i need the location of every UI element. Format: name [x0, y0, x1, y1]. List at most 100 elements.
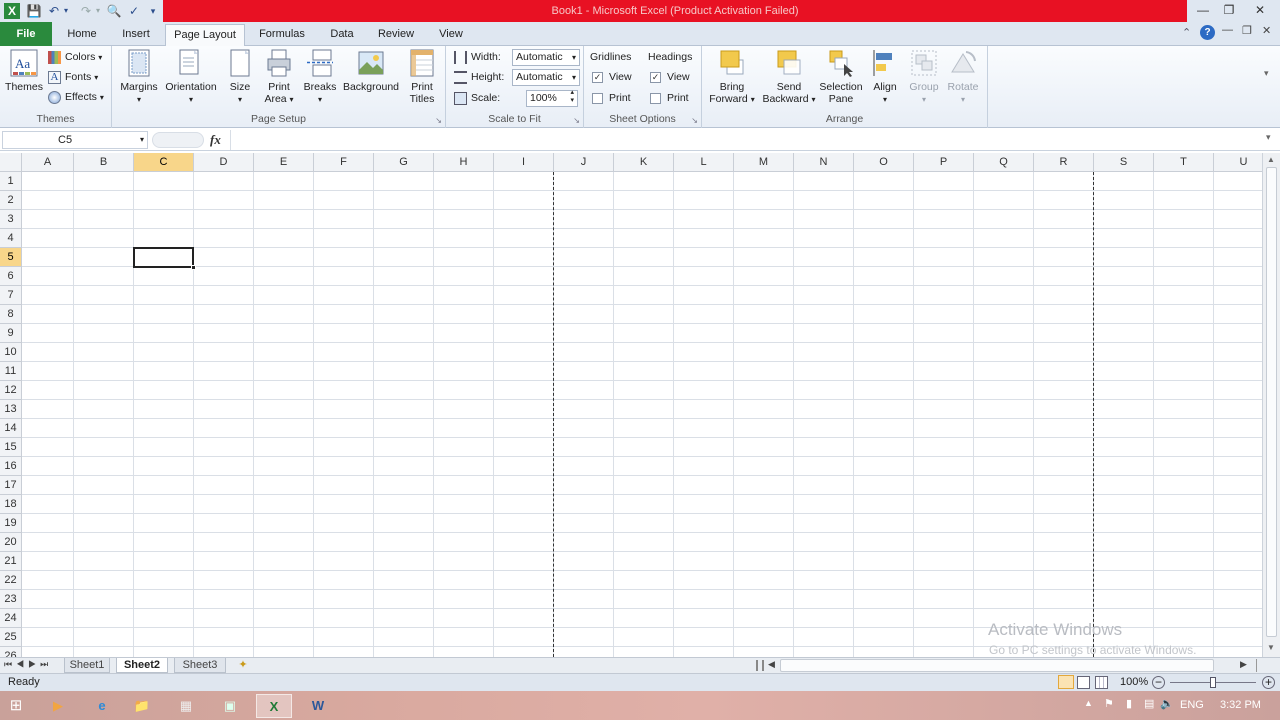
- file-explorer-icon[interactable]: 📁: [124, 694, 160, 718]
- margins-button[interactable]: Margins ▾: [118, 48, 160, 106]
- excel-taskbar-icon[interactable]: X: [256, 694, 292, 718]
- background-button[interactable]: Background: [340, 48, 402, 93]
- rotate-button[interactable]: Rotate ▾: [944, 48, 982, 106]
- zoom-out-icon[interactable]: −: [1152, 676, 1165, 689]
- redo-dropdown-icon[interactable]: ▾: [94, 3, 102, 19]
- row-header-7[interactable]: 7: [0, 286, 22, 305]
- column-header-A[interactable]: A: [22, 153, 74, 172]
- row-header-4[interactable]: 4: [0, 229, 22, 248]
- row-header-8[interactable]: 8: [0, 305, 22, 324]
- row-header-17[interactable]: 17: [0, 476, 22, 495]
- redo-icon[interactable]: ↷: [78, 3, 94, 19]
- column-header-U[interactable]: U: [1214, 153, 1262, 172]
- breaks-button[interactable]: Breaks ▾: [300, 48, 340, 106]
- row-header-11[interactable]: 11: [0, 362, 22, 381]
- close-icon[interactable]: ✕: [1242, 0, 1278, 20]
- network-icon[interactable]: ▤: [1144, 697, 1154, 710]
- print-titles-button[interactable]: Print Titles: [404, 48, 440, 105]
- column-header-C[interactable]: C: [134, 153, 194, 172]
- headings-view-checkbox[interactable]: ✓ View: [650, 68, 690, 86]
- vertical-scroll-thumb[interactable]: [1266, 167, 1277, 637]
- column-header-Q[interactable]: Q: [974, 153, 1034, 172]
- row-header-12[interactable]: 12: [0, 381, 22, 400]
- workbook-restore-icon[interactable]: ❐: [1242, 24, 1252, 37]
- zoom-in-icon[interactable]: +: [1262, 676, 1275, 689]
- column-header-I[interactable]: I: [494, 153, 554, 172]
- column-header-H[interactable]: H: [434, 153, 494, 172]
- gridlines-print-checkbox[interactable]: Print: [592, 89, 631, 107]
- insert-sheet-icon[interactable]: ✦: [232, 658, 254, 673]
- page-layout-view-icon[interactable]: [1077, 676, 1090, 689]
- scale-spin-icon[interactable]: ▴ ▾: [570, 89, 574, 105]
- save-icon[interactable]: 💾: [26, 3, 42, 19]
- insert-function-icon[interactable]: fx: [210, 132, 221, 148]
- internet-explorer-icon[interactable]: e: [84, 694, 120, 718]
- column-header-F[interactable]: F: [314, 153, 374, 172]
- size-button[interactable]: Size ▾: [224, 48, 256, 106]
- row-header-9[interactable]: 9: [0, 324, 22, 343]
- zoom-level[interactable]: 100%: [1120, 674, 1148, 691]
- scroll-down-icon[interactable]: ▼: [1267, 643, 1275, 652]
- scroll-up-icon[interactable]: ▲: [1267, 155, 1275, 164]
- vertical-split-handle[interactable]: [1256, 659, 1257, 672]
- orientation-button[interactable]: Orientation ▾: [162, 48, 220, 106]
- row-header-3[interactable]: 3: [0, 210, 22, 229]
- undo-dropdown-icon[interactable]: ▾: [62, 3, 70, 19]
- fonts-button[interactable]: A Fonts ▾: [48, 68, 98, 86]
- tab-file[interactable]: File: [0, 22, 52, 46]
- scroll-left-icon[interactable]: ◀: [768, 659, 775, 670]
- headings-print-checkbox[interactable]: Print: [650, 89, 689, 107]
- minimize-ribbon-icon[interactable]: ⌃: [1182, 26, 1191, 39]
- active-cell[interactable]: [133, 247, 196, 270]
- formula-input[interactable]: [230, 130, 1262, 150]
- column-header-R[interactable]: R: [1034, 153, 1094, 172]
- print-preview-icon[interactable]: 🔍: [106, 3, 122, 19]
- row-header-24[interactable]: 24: [0, 609, 22, 628]
- scale-to-fit-launcher-icon[interactable]: ↘: [573, 116, 580, 125]
- row-header-1[interactable]: 1: [0, 172, 22, 191]
- formula-bar-resize-handle[interactable]: [152, 132, 204, 148]
- select-all-corner[interactable]: [0, 153, 22, 172]
- worksheet-grid[interactable]: ABCDEFGHIJKLMNOPQRSTU 1 2 3 4 5 6 7 8 9 10 11 12 13 1…: [0, 153, 1262, 657]
- tab-insert[interactable]: Insert: [112, 24, 160, 46]
- sheet-tab-2[interactable]: Sheet2: [116, 658, 168, 673]
- excel-app-icon[interactable]: X: [4, 3, 20, 19]
- themes-button[interactable]: Aa Themes: [4, 48, 44, 93]
- tab-split-handle[interactable]: [756, 660, 764, 671]
- sheet-nav-arrows-icon[interactable]: ⏮◀▶⏭: [4, 659, 52, 670]
- row-header-16[interactable]: 16: [0, 457, 22, 476]
- scale-spinner[interactable]: 100% ▴ ▾: [526, 89, 578, 107]
- workbook-minimize-icon[interactable]: —: [1222, 24, 1233, 36]
- expand-formula-bar-icon[interactable]: ▾: [1266, 132, 1271, 143]
- tab-view[interactable]: View: [428, 24, 474, 46]
- align-button[interactable]: Align ▾: [868, 48, 902, 106]
- vertical-scrollbar[interactable]: ▲ ▼: [1262, 153, 1280, 657]
- colors-button[interactable]: Colors ▾: [48, 48, 102, 66]
- sheet-options-launcher-icon[interactable]: ↘: [691, 116, 698, 125]
- column-header-O[interactable]: O: [854, 153, 914, 172]
- row-header-6[interactable]: 6: [0, 267, 22, 286]
- help-icon[interactable]: ?: [1200, 25, 1215, 40]
- start-button-icon[interactable]: ⊞: [0, 694, 32, 718]
- column-header-N[interactable]: N: [794, 153, 854, 172]
- customize-qat-icon[interactable]: ▾: [148, 3, 158, 19]
- column-header-P[interactable]: P: [914, 153, 974, 172]
- name-box-dropdown-icon[interactable]: ▾: [140, 132, 144, 148]
- row-header-10[interactable]: 10: [0, 343, 22, 362]
- system-clock[interactable]: 3:32 PM: [1220, 699, 1261, 711]
- action-center-flag-icon[interactable]: ⚑: [1104, 697, 1114, 710]
- row-header-22[interactable]: 22: [0, 571, 22, 590]
- tab-review[interactable]: Review: [372, 24, 420, 46]
- window-app-icon[interactable]: ▣: [212, 694, 248, 718]
- language-indicator[interactable]: ENG: [1180, 699, 1204, 711]
- calculator-icon[interactable]: ▦: [168, 694, 204, 718]
- minimize-icon[interactable]: —: [1190, 0, 1216, 20]
- word-taskbar-icon[interactable]: W: [300, 694, 336, 718]
- sheet-tab-3[interactable]: Sheet3: [174, 658, 226, 673]
- row-header-26[interactable]: 26: [0, 647, 22, 657]
- power-icon[interactable]: ▮: [1126, 697, 1132, 710]
- group-button[interactable]: Group ▾: [906, 48, 942, 106]
- column-header-D[interactable]: D: [194, 153, 254, 172]
- volume-icon[interactable]: 🔈: [1160, 697, 1174, 710]
- sheet-tab-1[interactable]: Sheet1: [64, 658, 110, 673]
